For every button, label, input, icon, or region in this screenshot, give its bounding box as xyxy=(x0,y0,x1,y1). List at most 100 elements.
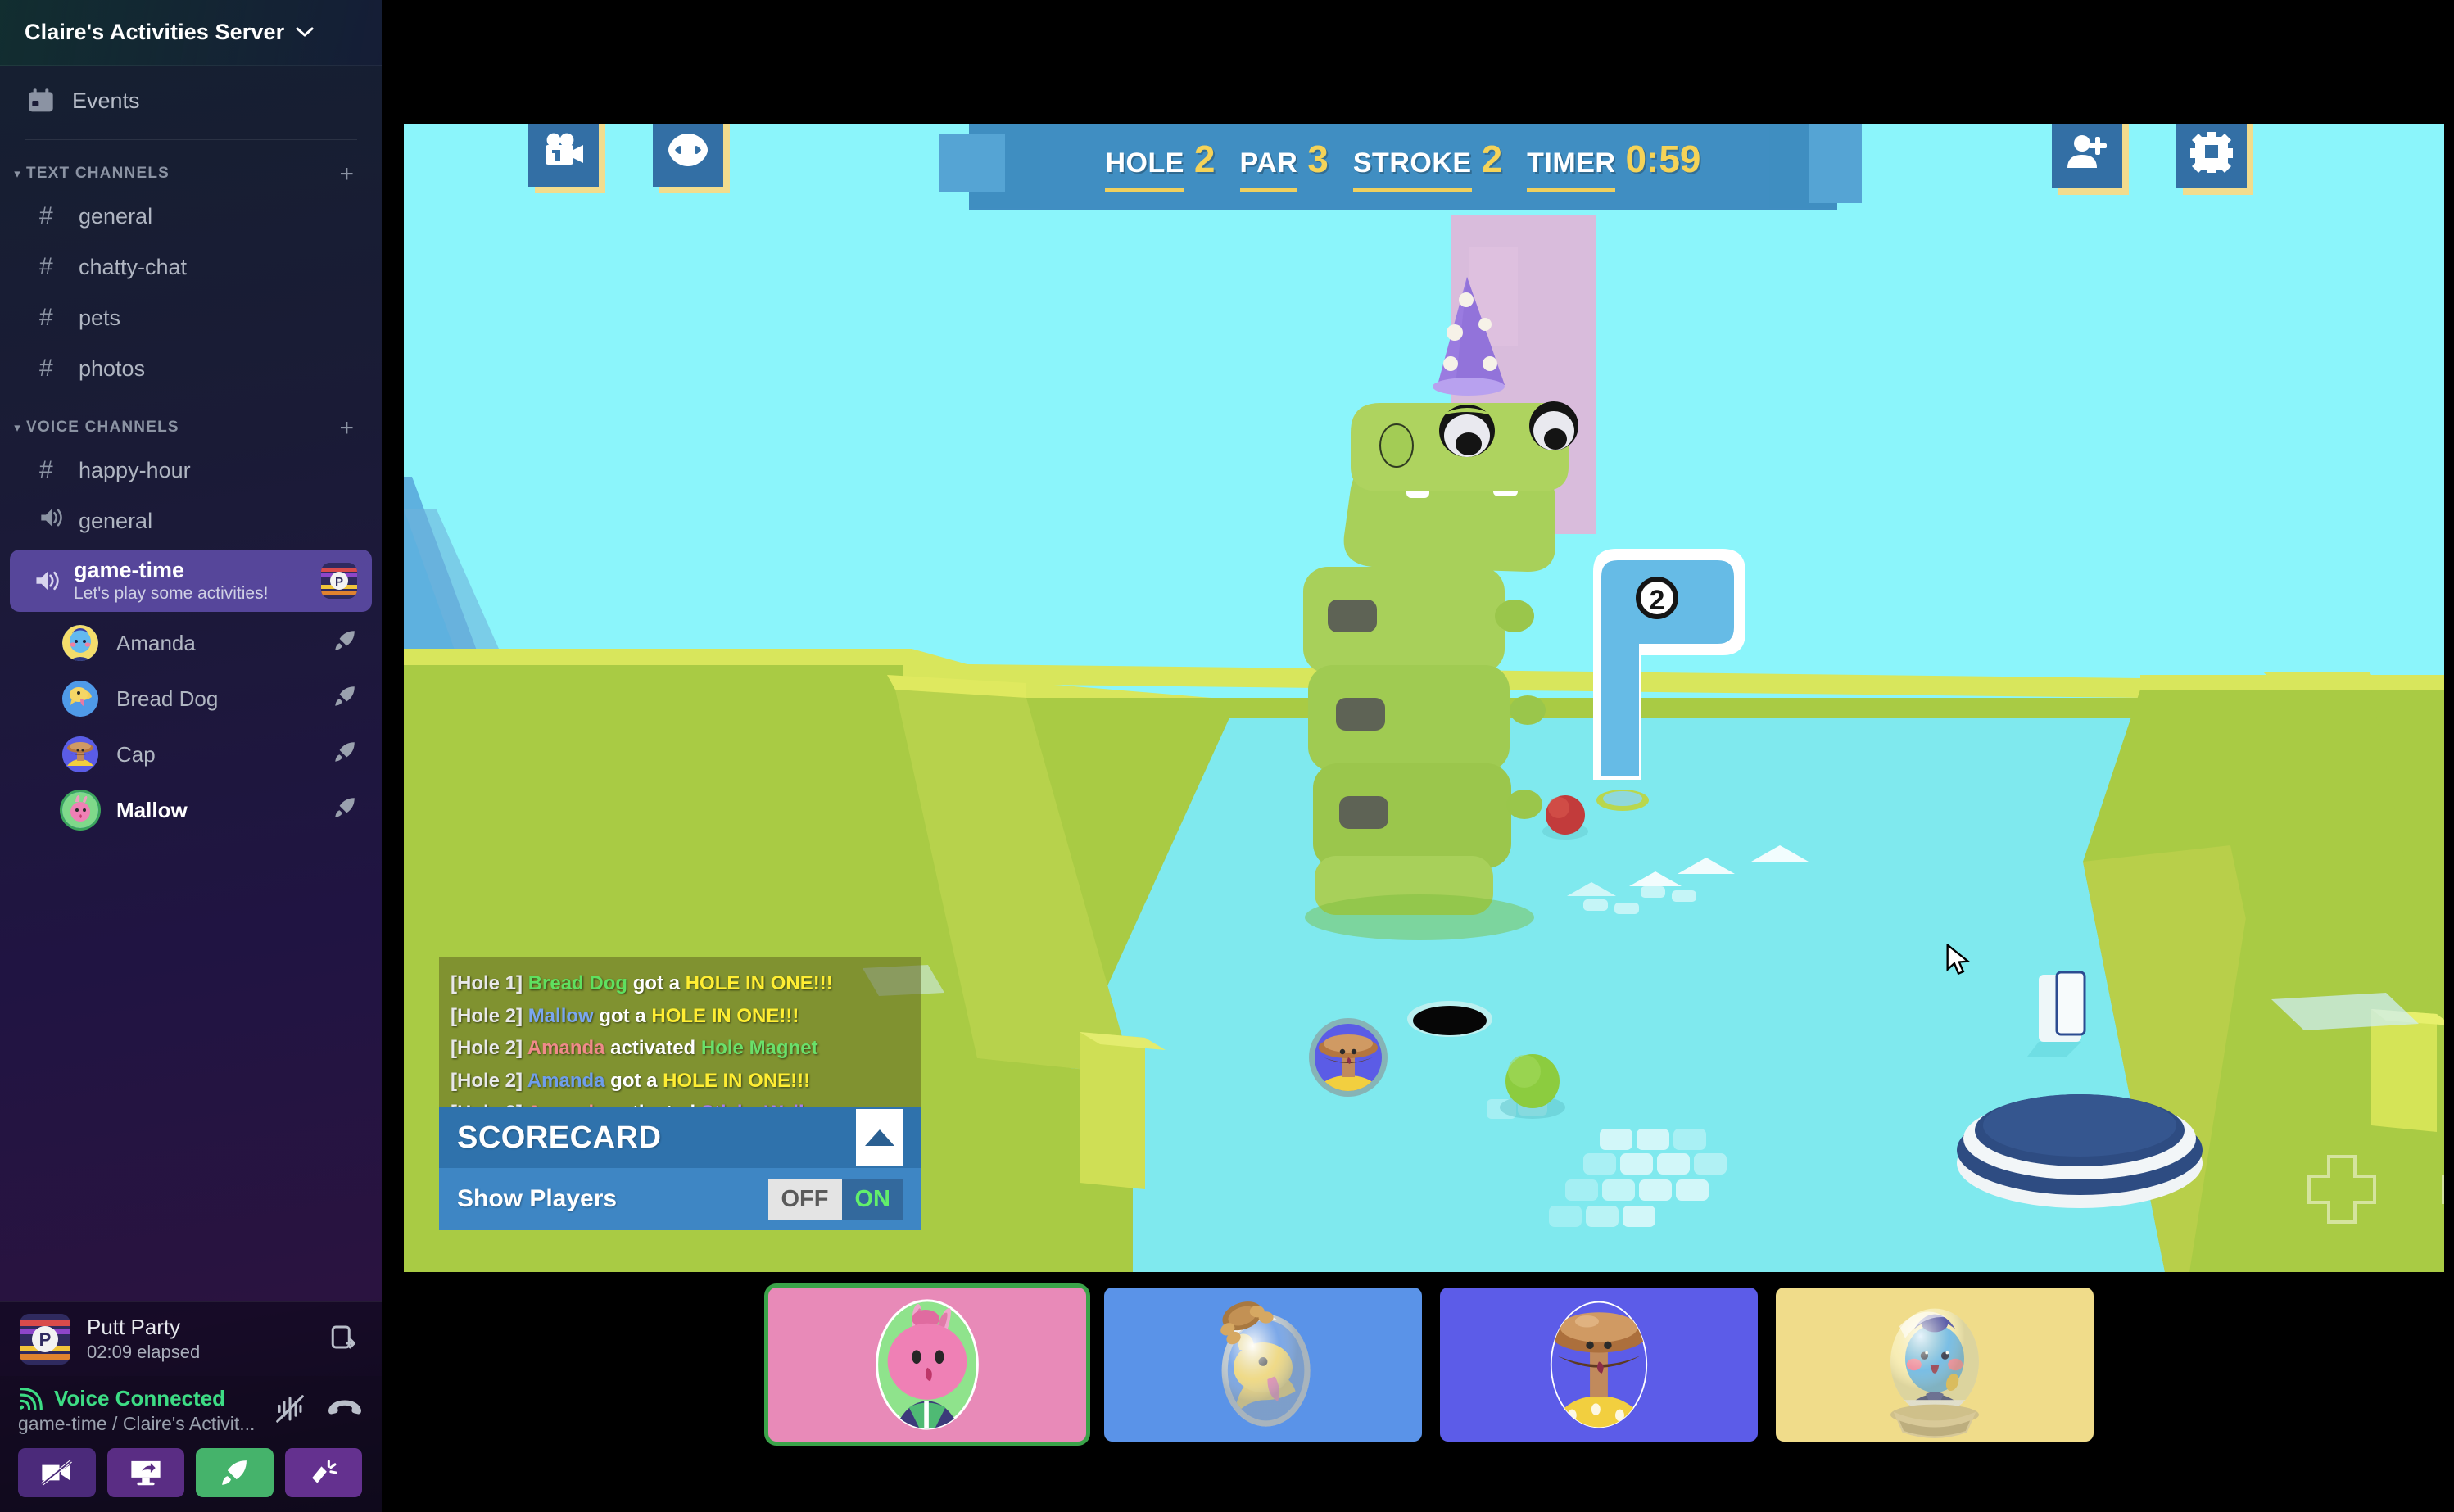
chat-line: [Hole 2] Amanda got a HOLE IN ONE!!! xyxy=(451,1065,910,1098)
member-mallow[interactable]: Mallow xyxy=(0,782,382,838)
sidebar-item-game-time[interactable]: game-time Let's play some activities! P xyxy=(10,550,372,612)
add-person-icon xyxy=(2066,130,2108,177)
member-bread-dog[interactable]: Bread Dog xyxy=(0,671,382,727)
chat-actor: Mallow xyxy=(527,1004,594,1027)
hangup-icon[interactable] xyxy=(328,1395,362,1423)
member-name: Cap xyxy=(116,741,156,767)
movie-camera-icon xyxy=(542,129,585,175)
chevron-down-icon[interactable]: ▾ xyxy=(8,420,26,435)
activities-button[interactable] xyxy=(196,1448,274,1497)
category-text-channels[interactable]: ▾ TEXT CHANNELS + xyxy=(0,140,382,191)
triangle-up-icon xyxy=(865,1129,894,1146)
voice-location: game-time / Claire's Activit... xyxy=(18,1413,256,1434)
sidebar: Claire's Activities Server Events ▾ TEXT… xyxy=(0,0,382,1512)
member-name: Bread Dog xyxy=(116,686,219,711)
game-hud: HOLE 2 PAR 3 STROKE 2 TIMER 0:59 xyxy=(939,124,1862,210)
soundboard-icon xyxy=(308,1457,339,1488)
powerup-slot-2[interactable] xyxy=(2437,1150,2444,1229)
sidebar-item-voice-general[interactable]: general xyxy=(11,496,370,546)
player-card-bread-dog[interactable] xyxy=(1104,1288,1422,1442)
scorecard-collapse-button[interactable] xyxy=(856,1109,903,1166)
member-name: Amanda xyxy=(116,630,196,655)
show-players-off-option[interactable]: OFF xyxy=(767,1179,842,1220)
hud-par-value: 3 xyxy=(1307,138,1329,180)
camera-mode-button[interactable] xyxy=(528,124,599,187)
settings-button[interactable] xyxy=(2176,124,2247,188)
share-screen-button[interactable] xyxy=(106,1448,184,1497)
putt-party-icon: P xyxy=(20,1314,70,1365)
chat-object: HOLE IN ONE!!! xyxy=(651,1004,799,1027)
member-name: Mallow xyxy=(116,797,188,822)
hud-hole-value: 2 xyxy=(1193,138,1216,180)
chat-actor: Bread Dog xyxy=(527,972,628,994)
soundboard-button[interactable] xyxy=(284,1448,362,1497)
chat-object: HOLE IN ONE!!! xyxy=(685,972,833,994)
channel-label: happy-hour xyxy=(79,457,191,482)
amanda-portrait xyxy=(1890,1308,1979,1438)
member-cap[interactable]: Cap xyxy=(0,727,382,782)
powerup-slot-1[interactable] xyxy=(2302,1150,2381,1229)
category-label: VOICE CHANNELS xyxy=(26,419,179,436)
chat-hole-tag: [Hole 2] xyxy=(451,1004,523,1027)
popout-icon[interactable] xyxy=(328,1323,360,1356)
bread-dog-portrait xyxy=(1220,1301,1311,1427)
show-players-toggle[interactable]: OFF ON xyxy=(767,1179,903,1220)
category-voice-channels[interactable]: ▾ VOICE CHANNELS + xyxy=(0,394,382,445)
gear-icon xyxy=(2190,130,2233,177)
server-header[interactable]: Claire's Activities Server xyxy=(0,0,382,66)
sidebar-item-pets[interactable]: # pets xyxy=(11,292,370,343)
chat-verb: got a xyxy=(599,1004,646,1027)
noise-suppression-icon[interactable] xyxy=(274,1392,306,1425)
avatar xyxy=(62,625,98,661)
hash-icon: # xyxy=(39,202,53,229)
chat-verb: got a xyxy=(632,972,681,994)
rocket-icon[interactable] xyxy=(333,795,357,826)
chat-verb: got a xyxy=(610,1069,658,1092)
svg-text:P: P xyxy=(335,575,343,589)
toggle-camera-button[interactable] xyxy=(18,1448,96,1497)
chevron-down-icon[interactable] xyxy=(296,25,314,41)
voice-status-row: Voice Connected xyxy=(18,1386,274,1411)
player-card-mallow[interactable] xyxy=(768,1288,1086,1442)
member-amanda[interactable]: Amanda xyxy=(0,615,382,671)
chevron-down-icon[interactable]: ▾ xyxy=(8,166,26,181)
player-card-cap[interactable] xyxy=(1440,1288,1758,1442)
player-cards-tray xyxy=(768,1288,2094,1442)
activity-elapsed: 02:09 elapsed xyxy=(87,1341,201,1362)
plus-icon[interactable]: + xyxy=(339,161,357,186)
rocket-icon[interactable] xyxy=(333,628,357,659)
channel-label: general xyxy=(79,203,153,229)
rocket-icon[interactable] xyxy=(333,684,357,714)
sidebar-item-chatty-chat[interactable]: # chatty-chat xyxy=(11,242,370,292)
channel-label: game-time xyxy=(74,557,185,582)
channel-subtitle: Let's play some activities! xyxy=(74,583,269,603)
voice-status-text: Voice Connected xyxy=(54,1386,226,1410)
rocket-icon xyxy=(219,1457,250,1488)
scorecard-title: SCORECARD xyxy=(457,1120,662,1155)
show-players-on-option[interactable]: ON xyxy=(841,1179,903,1220)
sidebar-item-photos[interactable]: # photos xyxy=(11,343,370,394)
game-viewport[interactable]: 2 HOLE 2 PAR 3 STROKE 2 TIMER 0:59 [Hole… xyxy=(404,124,2444,1272)
plus-icon[interactable]: + xyxy=(339,415,357,440)
putt-party-icon: P xyxy=(321,563,357,599)
channel-label: general xyxy=(79,508,153,533)
hash-icon: # xyxy=(39,304,53,331)
sidebar-item-events[interactable]: Events xyxy=(0,66,382,136)
invite-player-button[interactable] xyxy=(2052,124,2122,188)
sidebar-item-label: Events xyxy=(72,88,140,113)
avatar xyxy=(62,736,98,772)
scorecard-panel: SCORECARD Show Players OFF ON xyxy=(439,1107,921,1230)
speaker-icon xyxy=(39,507,64,535)
channel-label: chatty-chat xyxy=(79,254,188,279)
video-off-icon xyxy=(40,1460,73,1486)
sidebar-item-general[interactable]: # general xyxy=(11,191,370,242)
hash-icon: # xyxy=(39,456,53,483)
hud-stroke-label: STROKE xyxy=(1352,147,1472,192)
view-toggle-button[interactable] xyxy=(653,124,723,187)
rocket-icon[interactable] xyxy=(333,740,357,770)
mouse-cursor xyxy=(1946,943,1971,976)
hud-par: PAR 3 xyxy=(1239,137,1329,192)
sidebar-item-happy-hour[interactable]: # happy-hour xyxy=(11,445,370,496)
player-card-amanda[interactable] xyxy=(1776,1288,2094,1442)
